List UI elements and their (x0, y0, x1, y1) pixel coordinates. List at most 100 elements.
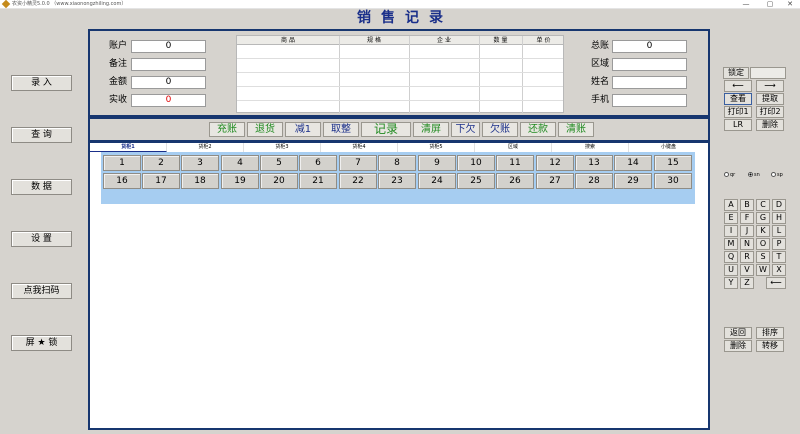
nav-settings-button[interactable]: 设 置 (11, 231, 72, 247)
nav-scan-button[interactable]: 点我扫码 (11, 283, 72, 299)
key-i[interactable]: I (724, 225, 738, 237)
debt-button[interactable]: 欠账 (482, 122, 518, 137)
amount-field[interactable]: 0 (131, 76, 206, 89)
key-t[interactable]: T (772, 251, 786, 263)
key-h[interactable]: H (772, 212, 786, 224)
shelf-slot-button[interactable]: 4 (221, 155, 259, 171)
shelf-slot-button[interactable]: 10 (457, 155, 495, 171)
backspace-key[interactable]: ⟵ (766, 277, 786, 289)
key-a[interactable]: A (724, 199, 738, 211)
region-field[interactable] (612, 58, 687, 71)
print2-button[interactable]: 打印2 (756, 106, 784, 118)
shelf-slot-button[interactable]: 14 (614, 155, 652, 171)
tab-shelf-4[interactable]: 货柜4 (321, 143, 398, 152)
shelf-slot-button[interactable]: 7 (339, 155, 377, 171)
shelf-slot-button[interactable]: 17 (142, 173, 180, 189)
shelf-slot-button[interactable]: 2 (142, 155, 180, 171)
minus-one-button[interactable]: 减1 (285, 122, 321, 137)
owe-button[interactable]: 下欠 (451, 122, 480, 137)
shelf-slot-button[interactable]: 30 (654, 173, 692, 189)
settle-button[interactable]: 清账 (558, 122, 594, 137)
order-items-grid[interactable]: 商 品 规 格 企 业 数 量 单 价 (236, 35, 564, 114)
print1-button[interactable]: 打印1 (724, 106, 752, 118)
sort-button[interactable]: 排序 (756, 327, 784, 339)
key-p[interactable]: P (772, 238, 786, 250)
key-q[interactable]: Q (724, 251, 738, 263)
shelf-slot-button[interactable]: 16 (103, 173, 141, 189)
key-l[interactable]: L (772, 225, 786, 237)
view-button[interactable]: 查看 (724, 93, 752, 105)
key-o[interactable]: O (756, 238, 770, 250)
shelf-slot-button[interactable]: 12 (536, 155, 574, 171)
tab-keypad[interactable]: 小键盘 (629, 143, 708, 152)
key-u[interactable]: U (724, 264, 738, 276)
nav-lock-screen-button[interactable]: 屏 ★ 锁 (11, 335, 72, 351)
lock-button[interactable]: 锁定 (723, 67, 749, 79)
name-field[interactable] (612, 76, 687, 89)
radio-sn[interactable]: sn (748, 172, 760, 179)
key-e[interactable]: E (724, 212, 738, 224)
lr-button[interactable]: LR (724, 119, 752, 131)
tab-shelf-5[interactable]: 货柜5 (398, 143, 475, 152)
extract-button[interactable]: 提取 (756, 93, 784, 105)
next-arrow-button[interactable]: ⟶ (756, 80, 784, 92)
key-s[interactable]: S (756, 251, 770, 263)
shelf-slot-button[interactable]: 29 (614, 173, 652, 189)
account-field[interactable]: 0 (131, 40, 206, 53)
key-f[interactable]: F (740, 212, 754, 224)
radio-qr[interactable]: qr (724, 172, 735, 179)
total-field[interactable]: 0 (612, 40, 687, 53)
tab-search[interactable]: 搜索 (552, 143, 629, 152)
shelf-slot-button[interactable]: 15 (654, 155, 692, 171)
shelf-slot-button[interactable]: 19 (221, 173, 259, 189)
key-n[interactable]: N (740, 238, 754, 250)
return-goods-button[interactable]: 退货 (247, 122, 283, 137)
shelf-slot-button[interactable]: 22 (339, 173, 377, 189)
recharge-button[interactable]: 充账 (209, 122, 245, 137)
shelf-slot-button[interactable]: 8 (378, 155, 416, 171)
note-field[interactable] (131, 58, 206, 71)
key-x[interactable]: X (772, 264, 786, 276)
shelf-slot-button[interactable]: 13 (575, 155, 613, 171)
shelf-slot-button[interactable]: 23 (378, 173, 416, 189)
shelf-slot-button[interactable]: 1 (103, 155, 141, 171)
shelf-slot-button[interactable]: 24 (418, 173, 456, 189)
shelf-slot-button[interactable]: 3 (181, 155, 219, 171)
key-c[interactable]: C (756, 199, 770, 211)
nav-entry-button[interactable]: 录 入 (11, 75, 72, 91)
shelf-slot-button[interactable]: 5 (260, 155, 298, 171)
transfer-button[interactable]: 转移 (756, 340, 784, 352)
key-v[interactable]: V (740, 264, 754, 276)
shelf-slot-button[interactable]: 21 (299, 173, 337, 189)
nav-query-button[interactable]: 查 询 (11, 127, 72, 143)
shelf-slot-button[interactable]: 11 (496, 155, 534, 171)
shelf-slot-button[interactable]: 26 (496, 173, 534, 189)
shelf-slot-button[interactable]: 9 (418, 155, 456, 171)
shelf-slot-button[interactable]: 25 (457, 173, 495, 189)
tab-region[interactable]: 区域 (475, 143, 552, 152)
key-b[interactable]: B (740, 199, 754, 211)
phone-field[interactable] (612, 94, 687, 107)
delete-record-button[interactable]: 删除 (756, 119, 784, 131)
tab-shelf-1[interactable]: 货柜1 (90, 143, 167, 152)
key-d[interactable]: D (772, 199, 786, 211)
shelf-slot-button[interactable]: 20 (260, 173, 298, 189)
key-r[interactable]: R (740, 251, 754, 263)
radio-sp[interactable]: sp (771, 172, 783, 179)
key-z[interactable]: Z (740, 277, 754, 289)
lock-value-field[interactable] (750, 67, 786, 79)
shelf-slot-button[interactable]: 27 (536, 173, 574, 189)
key-y[interactable]: Y (724, 277, 738, 289)
key-m[interactable]: M (724, 238, 738, 250)
nav-data-button[interactable]: 数 据 (11, 179, 72, 195)
close-button[interactable]: ✕ (780, 0, 800, 8)
clear-screen-button[interactable]: 清屏 (413, 122, 449, 137)
paid-field[interactable]: 0 (131, 94, 206, 107)
key-k[interactable]: K (756, 225, 770, 237)
key-g[interactable]: G (756, 212, 770, 224)
round-off-button[interactable]: 取整 (323, 122, 359, 137)
previous-arrow-button[interactable]: ⟵ (724, 80, 752, 92)
shelf-slot-button[interactable]: 18 (181, 173, 219, 189)
minimize-button[interactable]: — (736, 0, 756, 8)
key-j[interactable]: J (740, 225, 754, 237)
